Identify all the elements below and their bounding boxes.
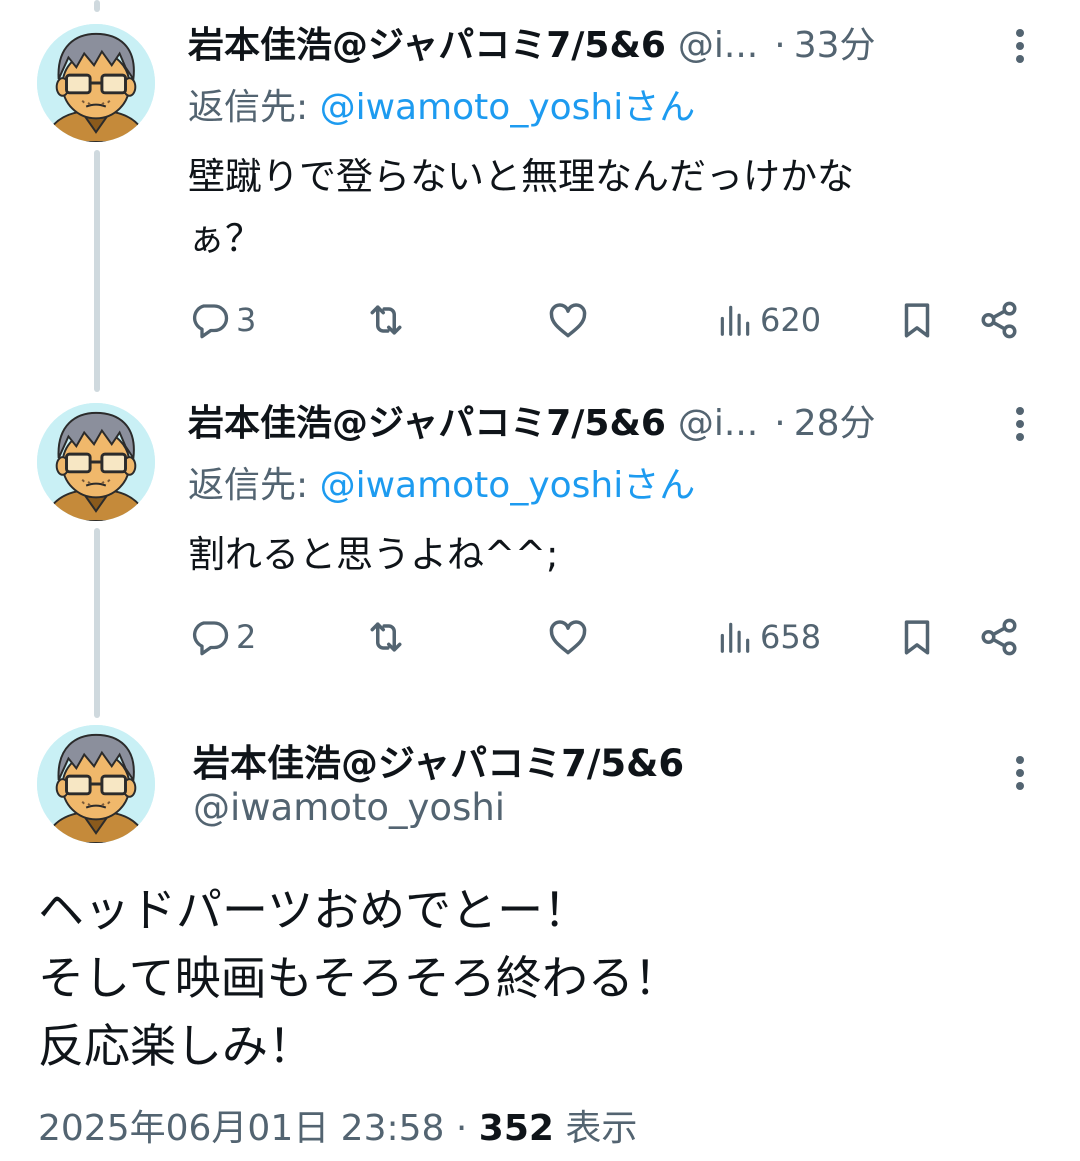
views-label: 表示 (565, 1108, 638, 1149)
tweet-text-line: 壁蹴りで登らないと無理なんだっけかな (188, 155, 854, 198)
views-button[interactable]: 620 (716, 295, 821, 345)
more-icon[interactable] (1012, 24, 1028, 68)
reply-to-line: 返信先: @iwamoto_yoshiさん (188, 86, 695, 130)
share-button[interactable] (978, 295, 1020, 345)
tweet-text-line: そして映画もそろそろ終わる！ (38, 951, 680, 1005)
avatar[interactable] (37, 403, 155, 521)
reply-mention[interactable]: @iwamoto_yoshiさん (320, 87, 696, 128)
tweet-meta: 2025年06月01日 23:58 · 352 表示 (38, 1104, 637, 1154)
reply-icon (188, 299, 230, 341)
views-icon (716, 301, 754, 339)
share-icon (978, 299, 1020, 341)
tweet-header: 岩本佳浩@ジャパコミ7/5&6 @i... · 28分 (188, 402, 876, 446)
avatar[interactable] (37, 725, 155, 843)
views-count: 658 (760, 618, 822, 656)
separator: · (774, 25, 786, 66)
reply-to-prefix: 返信先: (188, 87, 320, 128)
action-bar: 3 620 (188, 295, 1033, 345)
reply-to-prefix: 返信先: (188, 465, 320, 506)
views-button[interactable]: 658 (716, 612, 821, 662)
handle[interactable]: @i... (678, 25, 758, 66)
bookmark-button[interactable] (896, 295, 938, 345)
more-icon[interactable] (1012, 751, 1028, 795)
reply-count: 3 (236, 301, 257, 339)
views-count[interactable]: 352 (479, 1108, 554, 1149)
action-bar: 2 658 (188, 612, 1033, 662)
thread-line (94, 150, 100, 392)
bookmark-button[interactable] (896, 612, 938, 662)
tweet-text-line: ぁ？ (188, 217, 262, 260)
reply-button[interactable]: 2 (188, 612, 256, 662)
more-icon[interactable] (1012, 402, 1028, 446)
tweet-text-line: ヘッドパーツおめでとー！ (38, 883, 590, 937)
tweet-header: 岩本佳浩@ジャパコミ7/5&6 @i... · 33分 (188, 24, 876, 68)
bookmark-icon (896, 616, 938, 658)
like-icon (546, 615, 590, 659)
thread-line-top (94, 0, 100, 12)
timestamp[interactable]: 2025年06月01日 23:58 (38, 1108, 444, 1149)
display-name[interactable]: 岩本佳浩@ジャパコミ7/5&6 (193, 733, 684, 787)
tweet-text-line: 反応楽しみ！ (38, 1019, 314, 1073)
separator: · (455, 1108, 468, 1149)
handle[interactable]: @iwamoto_yoshi (193, 786, 505, 829)
retweet-icon (364, 298, 408, 342)
tweet-text-line: 割れると思うよね^^; (188, 533, 559, 576)
like-icon (546, 298, 590, 342)
reply-button[interactable]: 3 (188, 295, 256, 345)
like-button[interactable] (546, 612, 590, 662)
retweet-button[interactable] (364, 295, 408, 345)
avatar[interactable] (37, 24, 155, 142)
retweet-button[interactable] (364, 612, 408, 662)
views-count: 620 (760, 301, 822, 339)
reply-to-line: 返信先: @iwamoto_yoshiさん (188, 464, 695, 508)
tweet-text: 壁蹴りで登らないと無理なんだっけかな ぁ？ (188, 146, 978, 270)
like-button[interactable] (546, 295, 590, 345)
timestamp[interactable]: 28分 (794, 403, 876, 444)
separator: · (774, 403, 786, 444)
reply-count: 2 (236, 618, 257, 656)
timestamp[interactable]: 33分 (794, 25, 876, 66)
tweet-text: ヘッドパーツおめでとー！ そして映画もそろそろ終わる！ 反応楽しみ！ (38, 876, 1038, 1080)
handle[interactable]: @i... (678, 403, 758, 444)
reply-mention[interactable]: @iwamoto_yoshiさん (320, 465, 696, 506)
thread-line (94, 528, 100, 718)
reply-icon (188, 616, 230, 658)
tweet-text: 割れると思うよね^^; (188, 524, 978, 586)
views-icon (716, 618, 754, 656)
share-icon (978, 616, 1020, 658)
retweet-icon (364, 615, 408, 659)
display-name[interactable]: 岩本佳浩@ジャパコミ7/5&6 (188, 25, 666, 66)
bookmark-icon (896, 299, 938, 341)
display-name[interactable]: 岩本佳浩@ジャパコミ7/5&6 (188, 403, 666, 444)
share-button[interactable] (978, 612, 1020, 662)
